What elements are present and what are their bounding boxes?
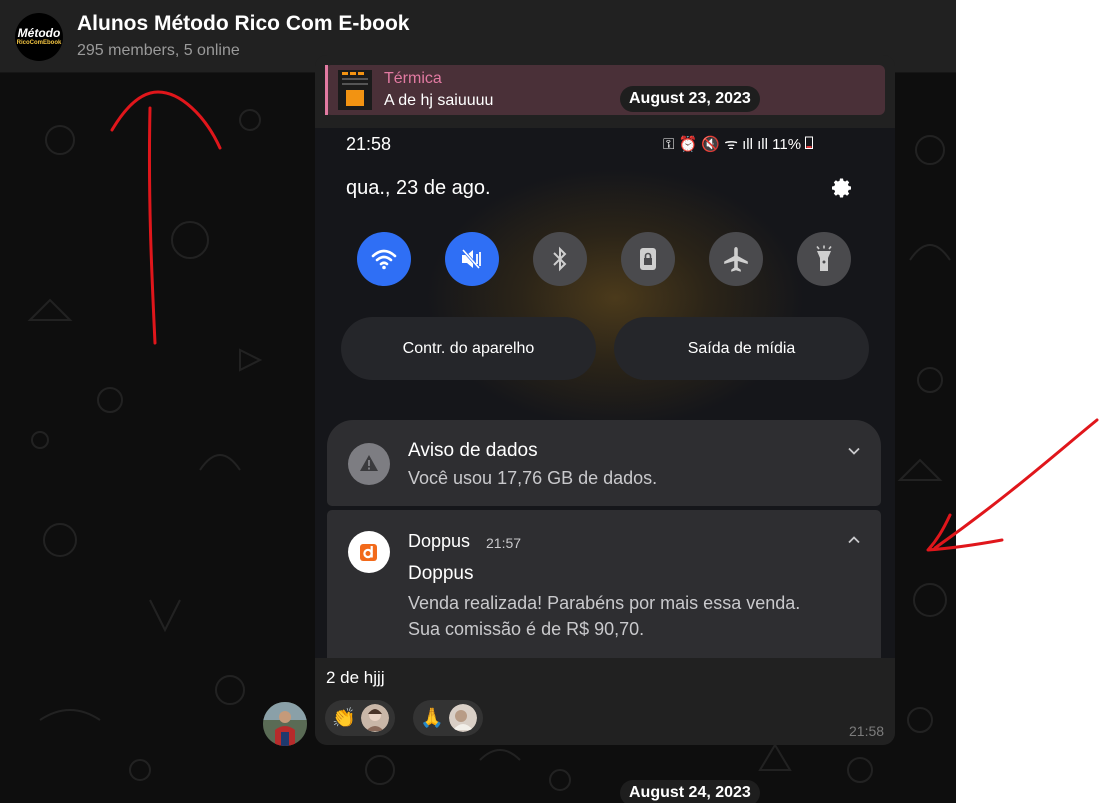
battery-percent: 11% <box>772 136 802 153</box>
group-avatar[interactable]: Método RicoComEbook <box>15 13 63 61</box>
qs-rotation-lock-toggle[interactable] <box>621 232 675 286</box>
sender-avatar[interactable] <box>263 702 307 746</box>
reply-sender-name: Térmica <box>384 70 442 87</box>
chevron-up-icon[interactable] <box>847 533 861 547</box>
message-bubble[interactable]: Térmica A de hj saiuuuu 21:58 ⚿ ⏰ 🔇 ᯤ ıl… <box>315 55 895 745</box>
qs-flashlight-toggle[interactable] <box>797 232 851 286</box>
reactor-avatar <box>361 704 389 732</box>
reaction-clap[interactable]: 👏 <box>325 700 395 736</box>
phone-status-bar: ⚿ ⏰ 🔇 ᯤ ıll ıll 11% <box>663 134 814 154</box>
date-separator: August 23, 2023 <box>620 86 760 112</box>
folded-hands-emoji: 🙏 <box>420 708 444 729</box>
bluetooth-icon <box>553 246 567 272</box>
wifi-icon <box>371 249 397 270</box>
doppus-logo-icon <box>360 544 377 561</box>
reaction-pray[interactable]: 🙏 <box>413 700 483 736</box>
notification-title: Aviso de dados <box>408 440 538 461</box>
warning-triangle-icon <box>360 455 378 471</box>
qs-sound-toggle[interactable] <box>445 232 499 286</box>
notification-title: Doppus <box>408 563 474 584</box>
chevron-down-icon[interactable] <box>847 444 861 458</box>
reactor-avatar <box>449 704 477 732</box>
thumbnail-pattern <box>342 72 368 85</box>
gear-icon[interactable] <box>830 176 854 200</box>
attached-screenshot[interactable]: 21:58 ⚿ ⏰ 🔇 ᯤ ıll ıll 11% qua., 23 de ag… <box>315 128 895 658</box>
reply-text: A de hj saiuuuu <box>384 92 494 109</box>
media-output-button[interactable]: Saída de mídia <box>614 317 869 380</box>
airplane-icon <box>724 247 748 272</box>
flashlight-icon <box>816 245 832 271</box>
notification-doppus[interactable]: Doppus 21:57 Doppus Venda realizada! Par… <box>327 510 881 658</box>
telegram-chat-window: Método RicoComEbook Alunos Método Rico C… <box>0 0 956 803</box>
notification-data-warning[interactable]: Aviso de dados Você usou 17,76 GB de dad… <box>327 420 881 506</box>
notification-time: 21:57 <box>486 535 522 551</box>
doppus-app-icon <box>348 531 390 573</box>
phone-clock: 21:58 <box>346 134 392 154</box>
qs-bluetooth-toggle[interactable] <box>533 232 587 286</box>
rotation-lock-icon <box>640 248 656 270</box>
date-separator-next: August 24, 2023 <box>620 780 760 803</box>
logo-text-line2: RicoComEbook <box>16 40 62 46</box>
reply-thumbnail <box>338 70 372 110</box>
logo-text-line1: Método <box>17 26 61 40</box>
notification-body-line2: Sua comissão é de R$ 90,70. <box>408 619 645 639</box>
background-glow <box>425 168 805 428</box>
qs-wifi-toggle[interactable] <box>357 232 411 286</box>
member-count: 295 members, 5 online <box>77 42 240 59</box>
chat-title[interactable]: Alunos Método Rico Com E-book <box>77 12 409 36</box>
status-icons: ⚿ ⏰ 🔇 ᯤ ıll ıll <box>663 136 773 153</box>
reply-accent-bar <box>325 65 328 115</box>
notification-app-name: Doppus <box>408 531 471 551</box>
mute-icon <box>461 249 481 269</box>
clapping-hands-emoji: 👏 <box>332 708 356 729</box>
notification-body-line1: Venda realizada! Parabéns por mais essa … <box>408 593 801 613</box>
phone-date: qua., 23 de ago. <box>346 177 491 199</box>
notification-body: Você usou 17,76 GB de dados. <box>408 468 658 488</box>
message-time: 21:58 <box>849 723 885 739</box>
sender-photo <box>263 702 307 746</box>
message-caption: 2 de hjjj <box>326 668 385 687</box>
device-control-button[interactable]: Contr. do aparelho <box>341 317 596 380</box>
warning-icon <box>348 443 390 485</box>
battery-icon <box>805 136 814 149</box>
qs-airplane-toggle[interactable] <box>709 232 763 286</box>
reply-preview[interactable]: Térmica A de hj saiuuuu <box>325 65 885 115</box>
thumbnail-orange-square <box>346 90 364 106</box>
